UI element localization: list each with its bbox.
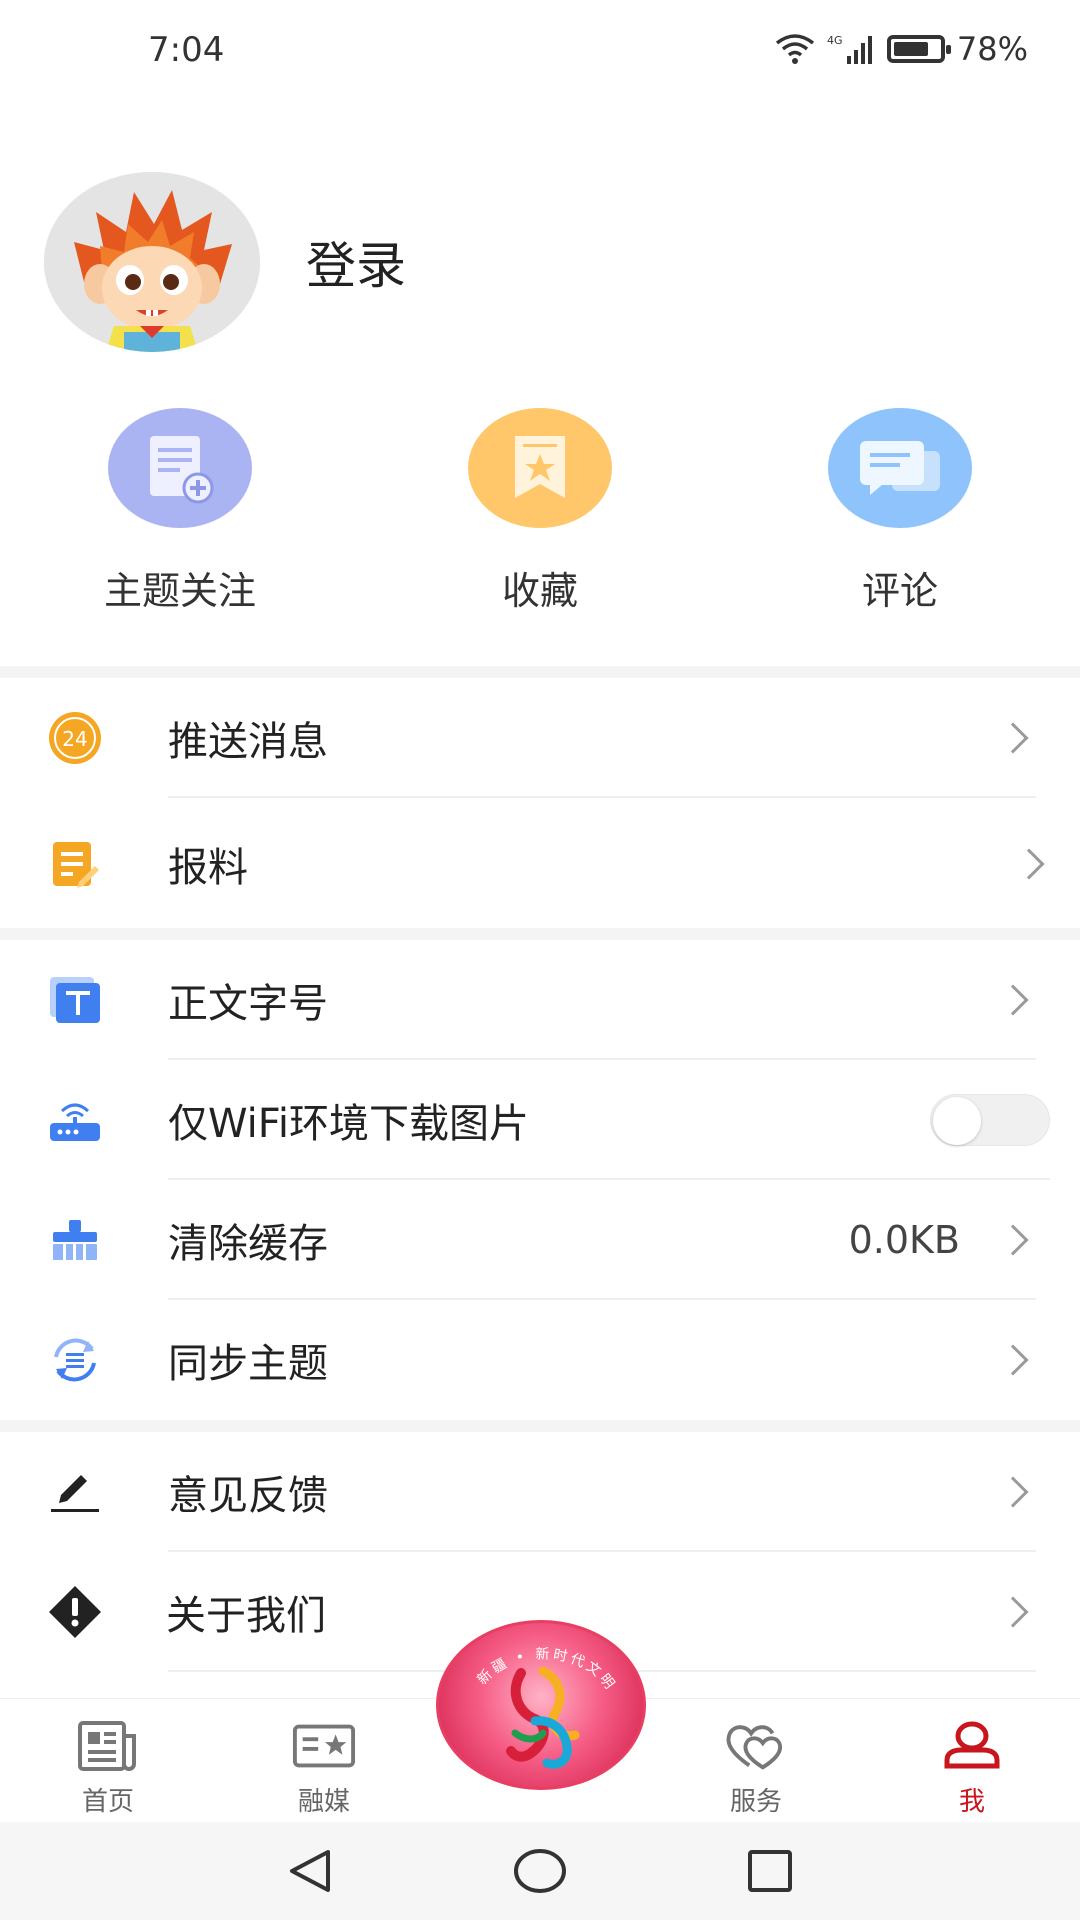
- text-size-icon: [46, 971, 104, 1029]
- media-card-icon: [292, 1719, 356, 1773]
- nav-home[interactable]: 首页: [0, 1699, 216, 1822]
- recents-square-icon[interactable]: [740, 1846, 800, 1896]
- report-edit-icon: [46, 835, 104, 893]
- quick-actions: 主题关注 收藏 评论: [0, 408, 1080, 615]
- chevron-right-icon: [997, 1344, 1029, 1376]
- status-indicators: 4G 78%: [775, 30, 1028, 68]
- section-gap: [0, 666, 1080, 678]
- heart-service-icon: [724, 1719, 788, 1773]
- menu-item-font-size[interactable]: 正文字号: [0, 940, 1080, 1060]
- router-icon: [46, 1091, 104, 1149]
- nav-me[interactable]: 我: [864, 1699, 1080, 1822]
- battery-icon: [886, 35, 951, 63]
- menu-label: 意见反馈: [168, 1473, 328, 1519]
- nav-label: 服务: [729, 1787, 782, 1817]
- chevron-right-icon: [997, 984, 1029, 1016]
- pencil-icon: [46, 1463, 104, 1521]
- back-icon[interactable]: [280, 1846, 340, 1896]
- nav-services[interactable]: 服务: [648, 1699, 864, 1822]
- nav-label: 我: [958, 1787, 985, 1817]
- status-time: 7:04: [148, 30, 225, 70]
- menu-label: 报料: [168, 845, 248, 891]
- chevron-right-icon: [997, 1476, 1029, 1508]
- cellular-signal-icon: 4G: [827, 34, 872, 64]
- home-circle-icon[interactable]: [510, 1846, 570, 1896]
- quick-action-label: 主题关注: [103, 569, 256, 613]
- profile-header[interactable]: 登录: [44, 172, 406, 352]
- user-icon: [940, 1719, 1004, 1773]
- newspaper-icon: [76, 1719, 140, 1773]
- divider: [168, 796, 1036, 798]
- chevron-right-icon: [997, 722, 1029, 754]
- warning-diamond-icon: [46, 1583, 104, 1641]
- quick-action-topics[interactable]: 主题关注: [0, 408, 360, 615]
- nav-label: 首页: [81, 1787, 134, 1817]
- battery-percent: 78%: [956, 30, 1028, 68]
- avatar[interactable]: [44, 172, 260, 352]
- badge-logo-icon: 新疆 • 新时代文明实践: [439, 1623, 616, 1769]
- sync-icon: [46, 1331, 104, 1389]
- chat-bubbles-icon: [828, 408, 972, 528]
- system-nav-bar: [0, 1822, 1080, 1920]
- svg-text:24: 24: [62, 727, 87, 751]
- mascot-avatar-icon: [44, 172, 260, 352]
- menu-item-wifi-images: 仅WiFi环境下载图片: [0, 1060, 1080, 1180]
- toggle-knob: [933, 1097, 981, 1145]
- civilization-practice-badge[interactable]: 新疆 • 新时代文明实践: [436, 1620, 646, 1790]
- push-24-icon: 24: [46, 709, 104, 767]
- chevron-right-icon: [997, 1596, 1029, 1628]
- chevron-right-icon: [1013, 848, 1045, 880]
- section-gap: [0, 1420, 1080, 1432]
- menu-item-report[interactable]: 报料: [0, 804, 1080, 924]
- quick-action-favorites[interactable]: 收藏: [360, 408, 720, 615]
- menu-item-push-messages[interactable]: 24 推送消息: [0, 678, 1080, 798]
- network-type: 4G: [827, 34, 843, 47]
- menu-label: 推送消息: [168, 719, 328, 765]
- status-bar: 7:04 4G 78%: [0, 0, 1080, 100]
- menu-label: 仅WiFi环境下载图片: [168, 1101, 529, 1147]
- battery-fill: [893, 42, 929, 56]
- menu-item-feedback[interactable]: 意见反馈: [0, 1432, 1080, 1552]
- menu-label: 正文字号: [168, 981, 328, 1027]
- quick-action-comments[interactable]: 评论: [720, 408, 1080, 615]
- wifi-only-toggle[interactable]: [930, 1094, 1050, 1146]
- quick-action-label: 评论: [861, 569, 938, 613]
- cache-size-value: 0.0KB: [848, 1218, 960, 1262]
- broom-icon: [46, 1211, 104, 1269]
- chevron-right-icon: [997, 1224, 1029, 1256]
- section-gap: [0, 928, 1080, 940]
- menu-label: 同步主题: [168, 1341, 328, 1387]
- quick-action-label: 收藏: [501, 569, 578, 613]
- menu-label: 关于我们: [166, 1593, 326, 1639]
- menu-label: 清除缓存: [168, 1221, 328, 1267]
- wifi-icon: [775, 34, 814, 64]
- nav-label: 融媒: [297, 1787, 350, 1817]
- menu-item-clear-cache[interactable]: 清除缓存 0.0KB: [0, 1180, 1080, 1300]
- menu-item-sync-topics[interactable]: 同步主题: [0, 1300, 1080, 1420]
- login-label[interactable]: 登录: [306, 226, 406, 298]
- nav-media[interactable]: 融媒: [216, 1699, 432, 1822]
- document-add-icon: [108, 408, 252, 528]
- bookmark-star-icon: [468, 408, 612, 528]
